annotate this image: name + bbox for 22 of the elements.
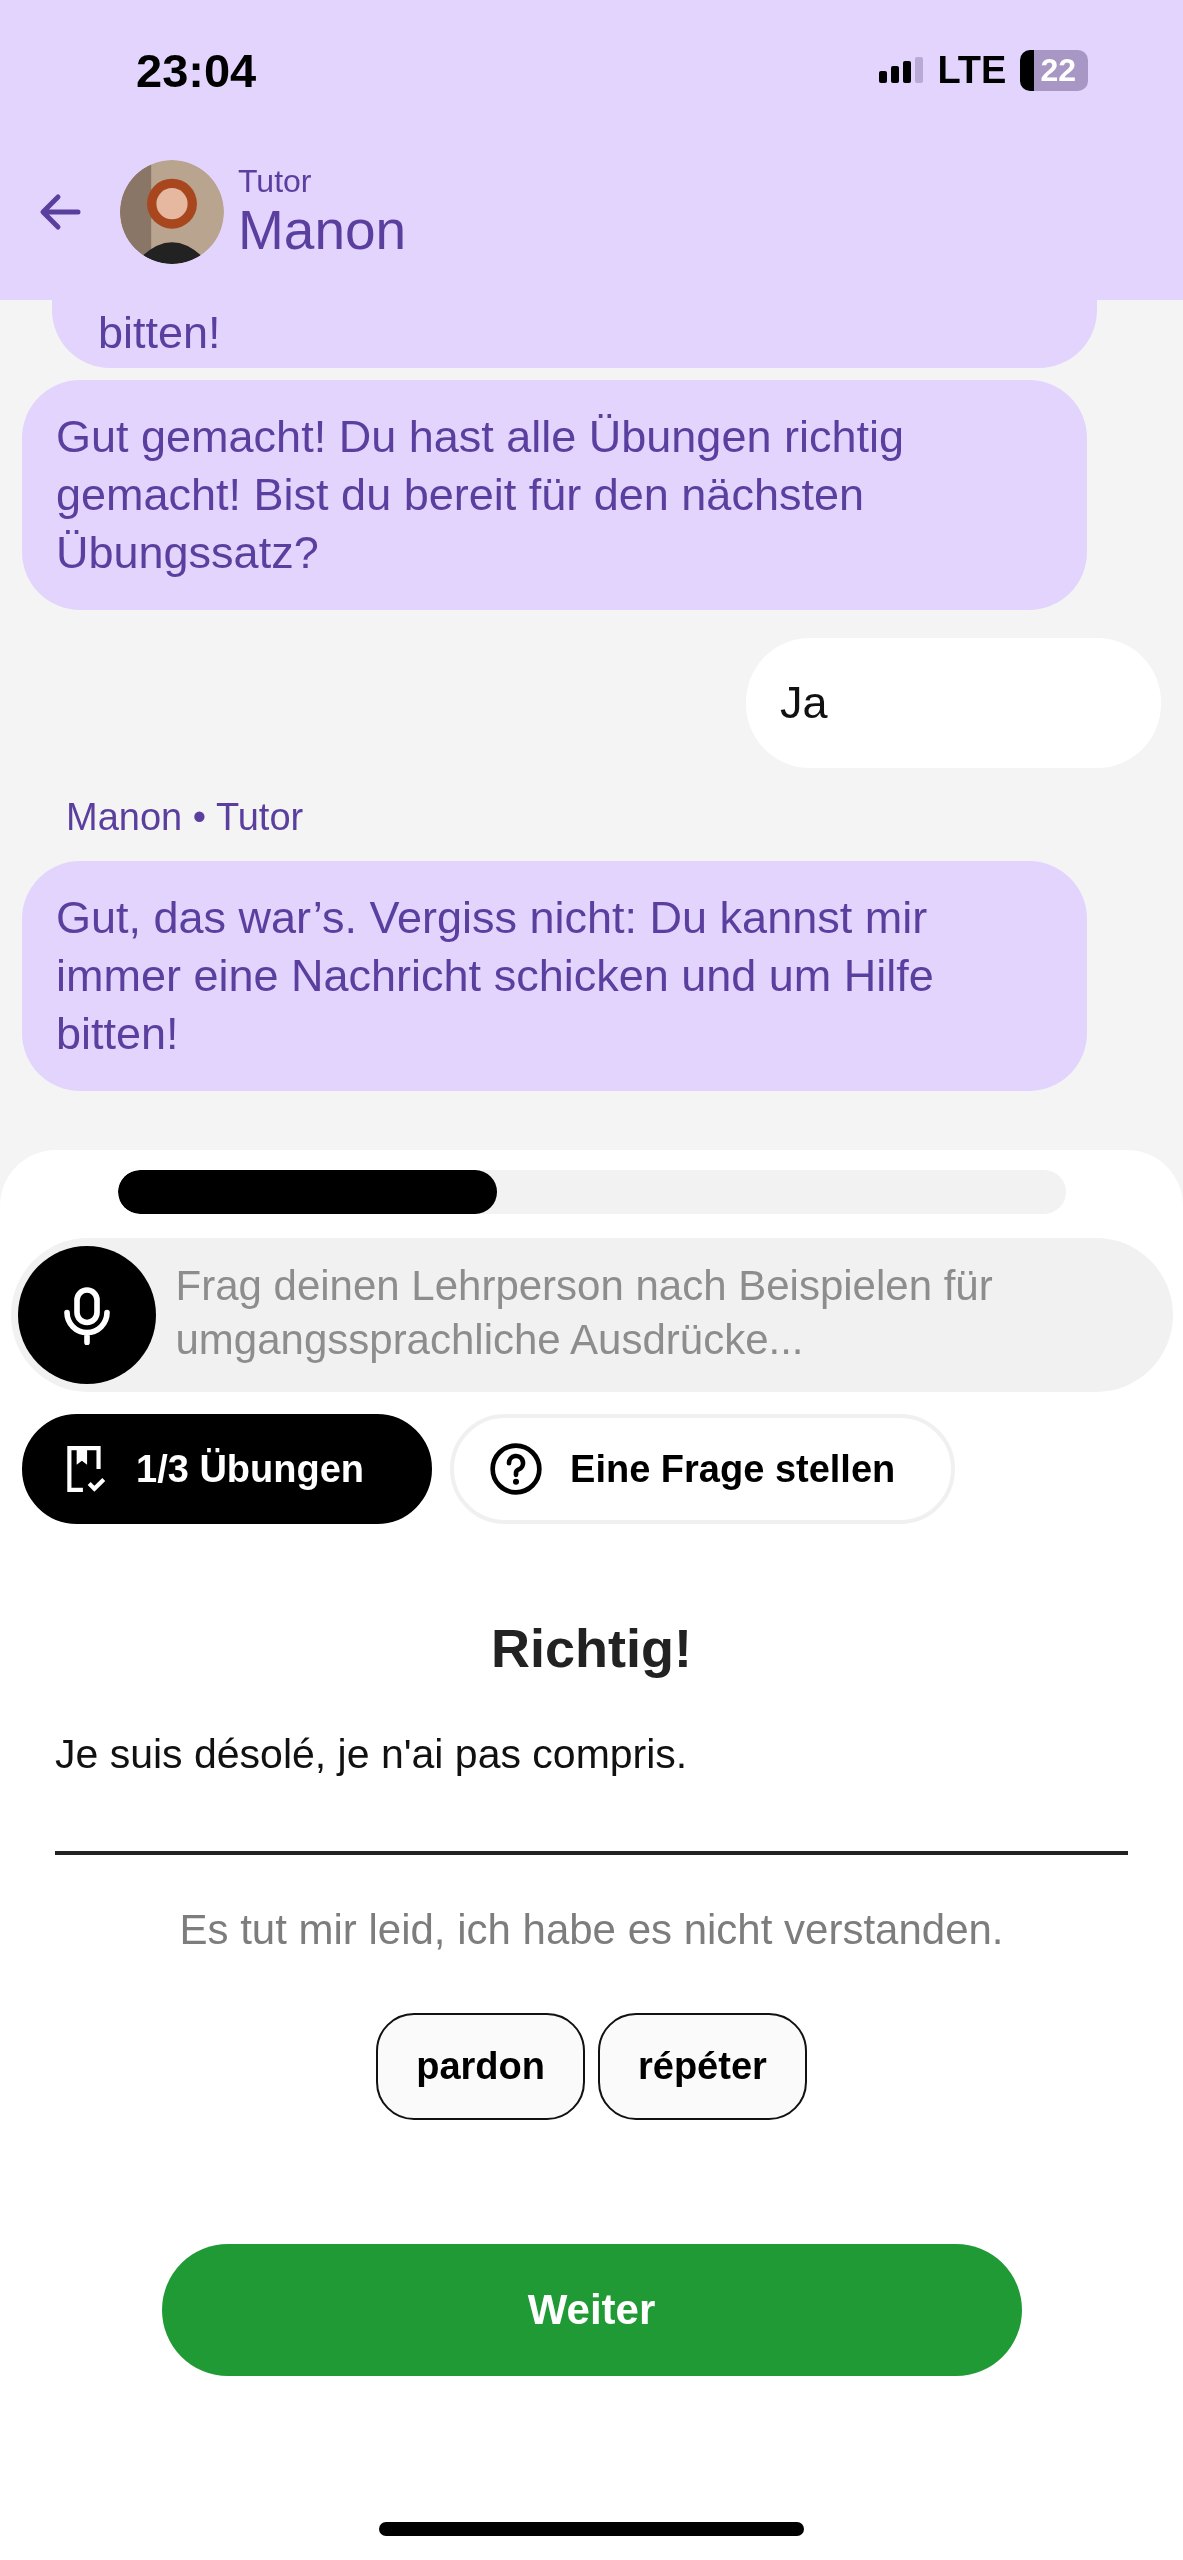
battery-charge-icon [1020, 49, 1035, 91]
french-sentence: Je suis désolé, je n'ai pas compris. [55, 1730, 689, 1778]
action-button[interactable]: Eine Frage stellen [450, 1414, 956, 1524]
continue-button[interactable]: Weiter [161, 2244, 1022, 2376]
network-label: LTE [937, 48, 1007, 92]
battery-level: 22 [1034, 49, 1088, 91]
word-chip[interactable]: pardon [376, 2013, 585, 2120]
signal-icon [879, 57, 924, 83]
contact-role: Tutor [238, 163, 313, 199]
tutor-message: bitten! [52, 300, 1097, 368]
tutor-message: Gut, das war’s. Vergiss nicht: Du kannst mir immer eine Nachricht schicken und um Hilfe bitten! [22, 861, 1087, 1091]
word-chip[interactable]: répéter [597, 2013, 807, 2120]
tutor-message: Gut gemacht! Du hast alle Übungen richtig gemacht! Bist du bereit für den nächsten Übungssatz? [22, 380, 1087, 610]
message-input-field[interactable]: Frag deinen Lehrperson nach Beispielen für umgangssprachliche Ausdrücke... [10, 1238, 1173, 1392]
translation-text: Es tut mir leid, ich habe es nicht verstanden. [179, 1905, 1004, 1955]
status-time: 23:04 [136, 42, 257, 98]
help-icon [488, 1441, 545, 1497]
feedback-title: Richtig! [491, 1617, 692, 1680]
user-message: Ja [746, 638, 1161, 768]
sender-label: Manon • Tutor [66, 796, 305, 839]
action-button[interactable]: 1/3 Übungen [22, 1414, 433, 1524]
contact-name: Manon [238, 199, 407, 261]
